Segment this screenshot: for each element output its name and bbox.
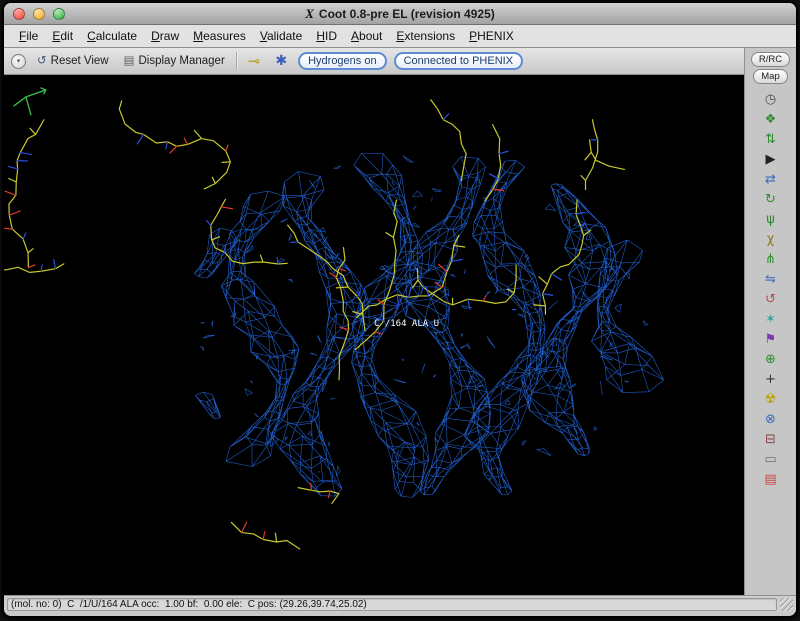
menu-extensions[interactable]: Extensions (389, 26, 462, 46)
status-bar: (mol. no: 0) C /1/U/164 ALA occ: 1.00 bf… (4, 595, 796, 612)
rotamers-icon[interactable]: ψ (758, 209, 784, 229)
residue-label: C /164 ALA U (374, 319, 439, 329)
crosshair-icon[interactable]: ⊗ (758, 409, 784, 429)
x11-icon: X (305, 6, 314, 22)
reset-view-button[interactable]: ↺ Reset View (33, 53, 113, 69)
window-title-text: Coot 0.8-pre EL (revision 4925) (319, 7, 495, 21)
display-manager-label: Display Manager (138, 55, 224, 67)
menu-hid[interactable]: HID (309, 26, 344, 46)
menu-measures[interactable]: Measures (186, 26, 253, 46)
menu-calculate[interactable]: Calculate (80, 26, 144, 46)
status-text: (mol. no: 0) C /1/U/164 ALA occ: 1.00 bf… (7, 598, 777, 611)
graphics-canvas[interactable]: C /164 ALA U (4, 75, 744, 595)
go-to-ligand-button[interactable]: ⊸ (244, 52, 265, 71)
go-to-atom-icon: ✱ (275, 54, 287, 68)
auto-fit-rotamer-icon[interactable]: ↻ (758, 189, 784, 209)
jed-flip-icon[interactable]: ✶ (758, 309, 784, 329)
menu-bar: FileEditCalculateDrawMeasuresValidateHID… (4, 25, 796, 48)
mutate-autofit-icon[interactable]: ⚑ (758, 329, 784, 349)
minimize-button[interactable] (33, 8, 45, 20)
reset-view-label: Reset View (51, 55, 109, 67)
close-button[interactable] (13, 8, 25, 20)
display-manager-button[interactable]: ▤ Display Manager (120, 53, 229, 69)
real-space-refine-icon[interactable]: ◷ (758, 89, 784, 109)
go-to-atom-button[interactable]: ✱ (271, 52, 291, 70)
toolbar-toggle-button[interactable]: ▾ (11, 54, 26, 69)
edit-chi-angles-icon[interactable]: χ (758, 229, 784, 249)
display-manager-icon: ▤ (124, 55, 135, 67)
hydrogens-toggle-button[interactable]: Hydrogens on (298, 52, 387, 70)
chevron-down-icon: ▾ (17, 58, 21, 65)
molecular-scene (4, 75, 744, 595)
place-atom-icon[interactable]: + (758, 369, 784, 389)
traffic-lights (13, 8, 65, 20)
modelling-toolbar: ◷ ❖ ⇅ ▶ ⇄ ↻ ψ χ ⋔ ⇋ (758, 89, 784, 595)
flip-peptide-icon[interactable]: ⇋ (758, 269, 784, 289)
go-to-ligand-icon: ⊸ (248, 54, 261, 69)
menu-file[interactable]: File (12, 26, 45, 46)
delete-item-icon[interactable]: ⊟ (758, 429, 784, 449)
menu-draw[interactable]: Draw (144, 26, 186, 46)
zoom-button[interactable] (53, 8, 65, 20)
refine-rrc-button[interactable]: R/RC (751, 52, 790, 67)
rotate-translate-icon[interactable]: ⇄ (758, 169, 784, 189)
title-bar[interactable]: X Coot 0.8-pre EL (revision 4925) (4, 3, 796, 25)
main-toolbar: ▾ ↺ Reset View ▤ Display Manager ⊸ ✱ Hyd… (4, 48, 744, 75)
reset-view-icon: ↺ (37, 55, 47, 67)
add-terminal-residue-icon[interactable]: ⊕ (758, 349, 784, 369)
side-panel: R/RC Map ◷ ❖ ⇅ ▶ ⇄ ↻ ψ χ (744, 48, 796, 595)
display-flag-icon[interactable]: ▤ (758, 469, 784, 489)
radiation-warning-icon[interactable]: ☢ (758, 389, 784, 409)
expand-tools-icon[interactable]: ▶ (758, 149, 784, 169)
regularize-icon[interactable]: ❖ (758, 109, 784, 129)
phenix-connection-button[interactable]: Connected to PHENIX (394, 52, 523, 70)
resize-grip[interactable] (780, 598, 793, 611)
menu-phenix[interactable]: PHENIX (462, 26, 521, 46)
rigid-body-fit-icon[interactable]: ⇅ (758, 129, 784, 149)
menu-edit[interactable]: Edit (45, 26, 80, 46)
torsion-general-icon[interactable]: ⋔ (758, 249, 784, 269)
sidechain-180-flip-icon[interactable]: ↺ (758, 289, 784, 309)
menu-about[interactable]: About (344, 26, 389, 46)
menu-validate[interactable]: Validate (253, 26, 310, 46)
trash-icon[interactable]: ▭ (758, 449, 784, 469)
map-button[interactable]: Map (753, 69, 787, 84)
coot-window: X Coot 0.8-pre EL (revision 4925) FileEd… (3, 2, 797, 617)
toolbar-separator (236, 52, 237, 70)
window-title: X Coot 0.8-pre EL (revision 4925) (305, 6, 495, 22)
